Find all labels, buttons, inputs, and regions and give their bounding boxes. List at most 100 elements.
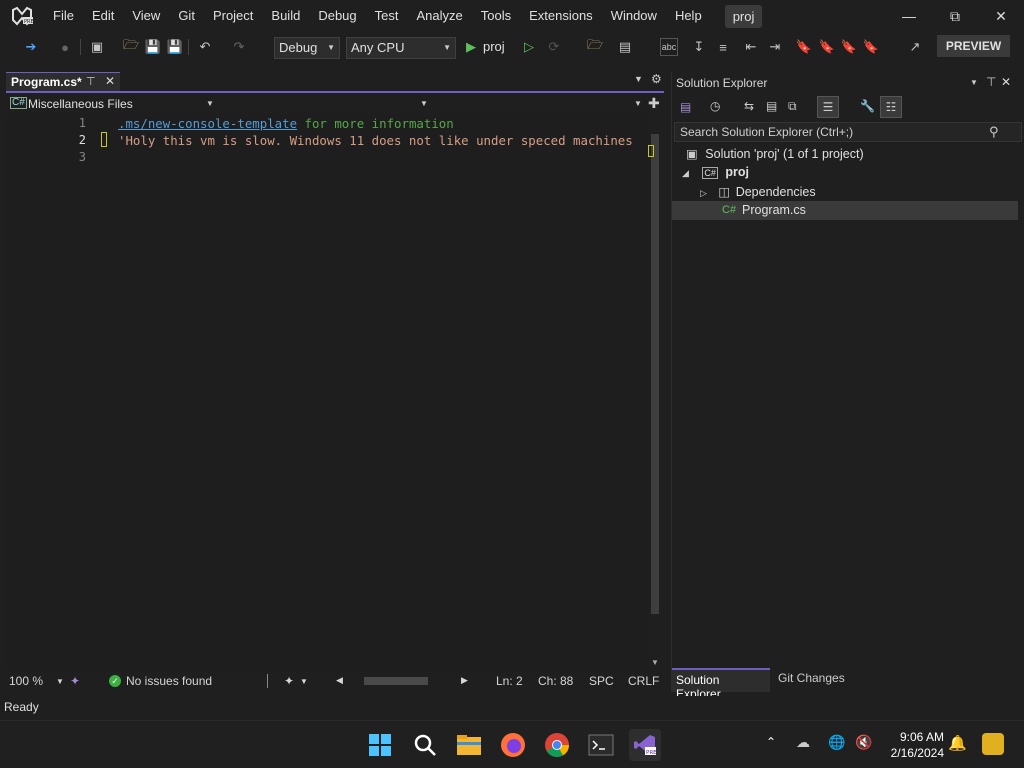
expanded-arrow-icon[interactable]: ◢ [682, 168, 689, 178]
scroll-down-icon[interactable]: ▼ [651, 658, 659, 667]
project-scope-dropdown[interactable]: C# Miscellaneous Files ▼ [6, 94, 216, 114]
whitespace-indicator[interactable]: SPC [589, 674, 614, 688]
code-editor[interactable]: 1 2 3 .ms/new-console-template for more … [6, 114, 648, 670]
firefox-icon[interactable] [497, 729, 529, 761]
close-icon[interactable]: ✕ [978, 0, 1024, 32]
vertical-scrollbar[interactable]: ▼ [648, 114, 664, 670]
new-item-icon[interactable]: ▣ [88, 38, 106, 56]
close-icon[interactable]: ✕ [1001, 75, 1011, 89]
minimize-icon[interactable]: — [886, 0, 932, 32]
collapsed-arrow-icon[interactable]: ▷ [700, 188, 707, 198]
bookmark-icon[interactable]: 🔖 [795, 38, 813, 56]
menu-extensions[interactable]: Extensions [520, 0, 602, 32]
properties-wrench-icon[interactable]: 🔧 [860, 99, 875, 113]
menu-project[interactable]: Project [204, 0, 262, 32]
start-debugging-icon[interactable]: ▶ [462, 38, 480, 56]
sync-icon[interactable]: ⇆ [744, 99, 754, 113]
step-into-icon[interactable]: ↧ [690, 38, 708, 56]
settings-gear-icon[interactable]: ⚙ [651, 72, 662, 86]
save-icon[interactable]: 💾 [144, 38, 162, 56]
menu-git[interactable]: Git [169, 0, 204, 32]
split-editor-icon[interactable]: ✚ [648, 95, 660, 112]
volume-muted-icon[interactable]: 🔇 [855, 734, 872, 751]
layout-icon[interactable]: ▤ [616, 38, 634, 56]
tree-dependencies-node[interactable]: ▷ ◫ Dependencies [700, 184, 816, 199]
code-cleanup-icon[interactable]: ✦ [284, 674, 294, 688]
visual-studio-preview-icon[interactable]: PRE [629, 729, 661, 761]
start-target-label[interactable]: proj [483, 39, 505, 54]
menu-view[interactable]: View [123, 0, 169, 32]
navigate-back-icon[interactable]: ➔ [22, 38, 40, 56]
issues-status[interactable]: No issues found [126, 674, 212, 688]
format-icon[interactable]: ≡ [714, 38, 732, 56]
save-all-icon[interactable]: 💾 [166, 38, 184, 56]
horizontal-scroll-thumb[interactable] [364, 677, 428, 685]
code-line-1[interactable]: .ms/new-console-template for more inform… [118, 116, 454, 131]
copilot-preview-icon[interactable] [982, 733, 1004, 755]
next-bookmark-icon[interactable]: 🔖 [840, 38, 858, 56]
undo-icon[interactable]: ↶ [196, 38, 214, 56]
chrome-icon[interactable] [541, 729, 573, 761]
zoom-level[interactable]: 100 % [9, 674, 43, 688]
terminal-icon[interactable] [585, 729, 617, 761]
scroll-right-icon[interactable]: ▶ [461, 675, 468, 686]
menu-help[interactable]: Help [666, 0, 711, 32]
code-cleanup-chevron-icon[interactable]: ▼ [300, 677, 308, 686]
pin-icon[interactable]: ⊤ [86, 75, 96, 88]
network-globe-icon[interactable]: 🌐 [828, 734, 845, 751]
menu-analyze[interactable]: Analyze [407, 0, 471, 32]
document-tab[interactable]: Program.cs* ⊤ ✕ [6, 72, 120, 91]
preview-selected-icon[interactable]: ☷ [880, 96, 902, 118]
hot-reload-icon[interactable]: ⟳ [545, 38, 563, 56]
line-indicator[interactable]: Ln: 2 [496, 674, 523, 688]
preview-button[interactable]: PREVIEW [937, 35, 1010, 57]
search-icon[interactable] [409, 729, 441, 761]
spell-check-icon[interactable]: abc [660, 38, 678, 56]
taskbar-clock[interactable]: 9:06 AM 2/16/2024 [878, 729, 944, 761]
menu-window[interactable]: Window [602, 0, 666, 32]
menu-test[interactable]: Test [366, 0, 408, 32]
navigate-forward-icon[interactable]: ● [56, 38, 74, 56]
solution-configuration-dropdown[interactable]: Debug ▼ [274, 37, 340, 59]
menu-debug[interactable]: Debug [309, 0, 365, 32]
open-file-icon[interactable]: 🗁 [122, 37, 140, 56]
switch-views-icon[interactable]: ▤ [680, 100, 691, 114]
prev-bookmark-icon[interactable]: 🔖 [818, 38, 836, 56]
code-line-2[interactable]: 'Holy this vm is slow. Windows 11 does n… [118, 133, 633, 148]
intellicode-icon[interactable]: ✦ [70, 674, 80, 688]
char-indicator[interactable]: Ch: 88 [538, 674, 573, 688]
filter-icon[interactable]: ☰ [817, 96, 839, 118]
tree-project-node[interactable]: ◢ C# proj [682, 165, 749, 179]
menu-tools[interactable]: Tools [472, 0, 520, 32]
show-all-files-icon[interactable]: ⧉ [788, 99, 797, 114]
show-hidden-icons-icon[interactable]: ⌃ [766, 735, 776, 749]
outdent-icon[interactable]: ⇤ [742, 38, 760, 56]
template-link[interactable]: .ms/new-console-template [118, 116, 297, 131]
search-icon[interactable]: ⚲ [989, 124, 999, 140]
browse-folder-icon[interactable]: 🗁 [586, 37, 604, 56]
close-tab-icon[interactable]: ✕ [105, 74, 115, 88]
type-dropdown-chevron-icon[interactable]: ▼ [420, 99, 428, 108]
member-dropdown-chevron-icon[interactable]: ▼ [634, 99, 642, 108]
tab-solution-explorer[interactable]: Solution Explorer [672, 668, 770, 701]
tab-overflow-icon[interactable]: ▼ [634, 74, 643, 84]
windows-start-icon[interactable] [364, 729, 396, 761]
restore-icon[interactable]: ⧉ [932, 0, 978, 32]
menu-build[interactable]: Build [262, 0, 309, 32]
pin-icon[interactable]: ⊤ [986, 75, 996, 89]
panel-menu-icon[interactable]: ▼ [970, 78, 978, 87]
line-ending-indicator[interactable]: CRLF [628, 674, 659, 688]
file-explorer-icon[interactable] [453, 729, 485, 761]
visual-studio-logo-icon[interactable]: PRE [0, 0, 44, 32]
tab-git-changes[interactable]: Git Changes [778, 671, 845, 685]
tree-solution-node[interactable]: ▣ Solution 'proj' (1 of 1 project) [686, 146, 864, 161]
clear-bookmarks-icon[interactable]: 🔖 [862, 38, 880, 56]
solution-platform-dropdown[interactable]: Any CPU ▼ [346, 37, 456, 59]
notification-bell-icon[interactable]: 🔔 [948, 734, 967, 752]
onedrive-icon[interactable]: ☁ [796, 734, 810, 751]
collapse-all-icon[interactable]: ▤ [766, 99, 777, 113]
indent-icon[interactable]: ⇥ [766, 38, 784, 56]
solution-search-input[interactable]: Search Solution Explorer (Ctrl+;) ⚲ [674, 122, 1022, 142]
scroll-thumb[interactable] [651, 134, 659, 614]
redo-icon[interactable]: ↷ [230, 38, 248, 56]
